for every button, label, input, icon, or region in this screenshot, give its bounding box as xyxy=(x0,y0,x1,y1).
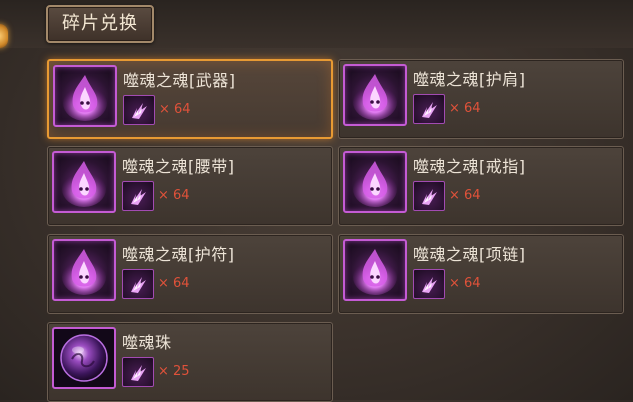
item-name: 噬魂之魂[护符] xyxy=(122,245,235,264)
quantity-label: × 64 xyxy=(158,276,190,291)
soul-flame-icon xyxy=(343,239,407,301)
exchange-item-card[interactable]: 噬魂之魂[戒指] × 64 xyxy=(338,146,624,226)
quantity-label: × 64 xyxy=(449,101,481,116)
fragment-icon xyxy=(122,181,154,211)
item-name: 噬魂之魂[武器] xyxy=(123,71,236,90)
tab-label: 碎片兑换 xyxy=(62,13,138,34)
fragment-icon xyxy=(413,181,445,211)
item-name: 噬魂之魂[戒指] xyxy=(413,157,526,176)
item-name: 噬魂之魂[护肩] xyxy=(413,70,526,89)
quantity-label: × 25 xyxy=(158,364,190,379)
exchange-item-card[interactable]: 噬魂之魂[腰带] × 64 xyxy=(47,146,333,226)
soul-flame-icon xyxy=(52,239,116,301)
fragment-icon xyxy=(122,269,154,299)
soul-flame-icon xyxy=(53,65,117,127)
soul-orb-icon xyxy=(52,327,116,389)
quantity-label: × 64 xyxy=(158,188,190,203)
quantity-label: × 64 xyxy=(449,188,481,203)
soul-flame-icon xyxy=(52,151,116,213)
item-name: 噬魂之魂[项链] xyxy=(413,245,526,264)
quantity-label: × 64 xyxy=(159,102,191,117)
exchange-item-card[interactable]: 噬魂珠 × 25 xyxy=(47,322,333,402)
soul-flame-icon xyxy=(343,151,407,213)
soul-flame-icon xyxy=(343,64,407,126)
fragment-icon xyxy=(123,95,155,125)
item-name: 噬魂之魂[腰带] xyxy=(122,157,235,176)
quantity-label: × 64 xyxy=(449,276,481,291)
exchange-item-card[interactable]: 噬魂之魂[护符] × 64 xyxy=(47,234,333,314)
fragment-icon xyxy=(413,269,445,299)
exchange-item-card[interactable]: 噬魂之魂[武器] × 64 xyxy=(47,59,333,139)
exchange-item-card[interactable]: 噬魂之魂[项链] × 64 xyxy=(338,234,624,314)
fragment-icon xyxy=(122,357,154,387)
fragment-icon xyxy=(413,94,445,124)
item-name: 噬魂珠 xyxy=(122,333,172,352)
exchange-item-card[interactable]: 噬魂之魂[护肩] × 64 xyxy=(338,59,624,139)
tab-fragment-exchange[interactable]: 碎片兑换 xyxy=(46,5,154,43)
